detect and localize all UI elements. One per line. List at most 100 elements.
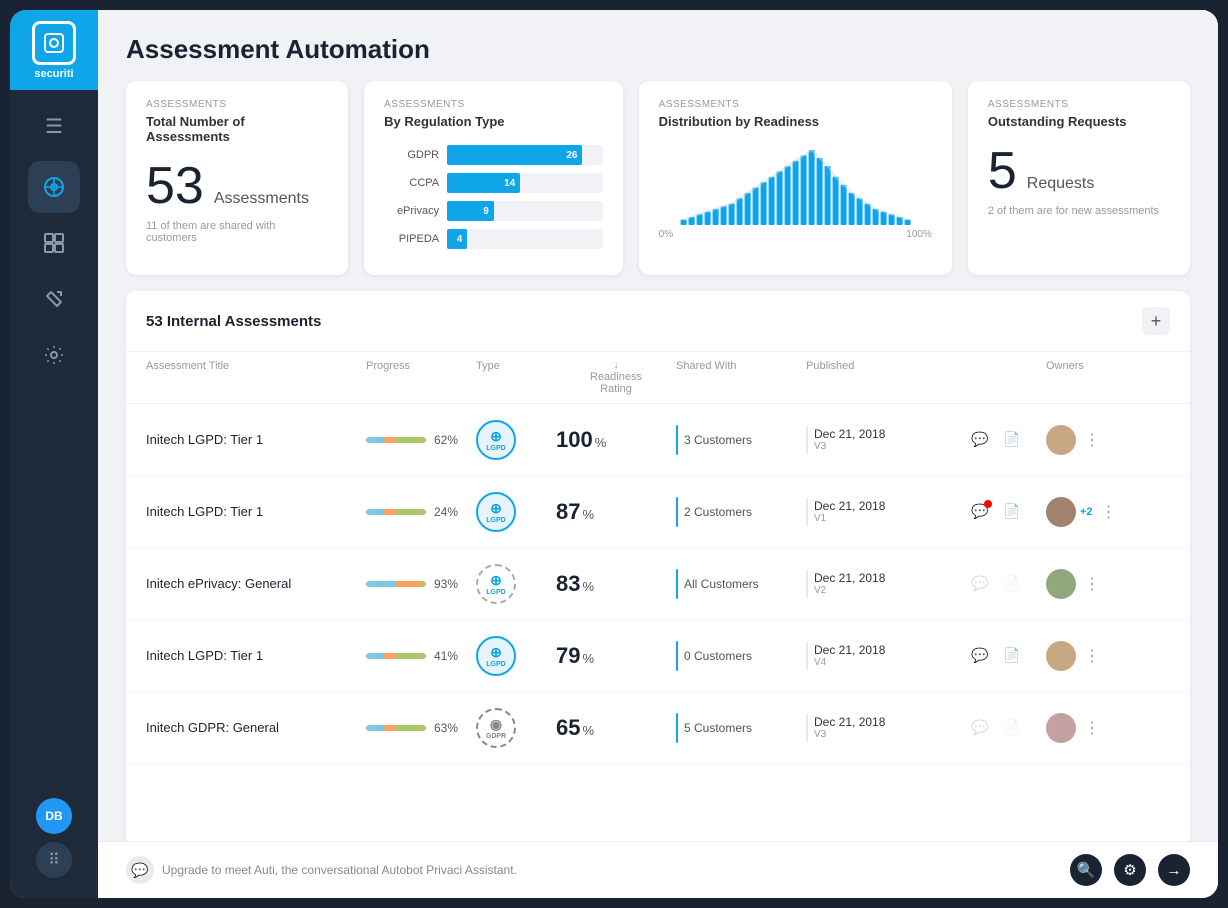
- stat-unit-outstanding: Requests: [1027, 175, 1095, 193]
- bar-track-gdpr: 26: [447, 145, 603, 165]
- progress-cell: 93%: [366, 577, 476, 591]
- readiness-val: 87: [556, 499, 580, 525]
- bar-chart-ccpa: CCPA 14: [384, 173, 603, 193]
- sidebar-bottom: DB ⠿: [36, 798, 72, 878]
- type-badge: ◉ GDPR: [476, 708, 516, 748]
- type-cell: ⊕ LGPD: [476, 564, 556, 604]
- dist-axis-end: 100%: [906, 229, 932, 240]
- owner-avatar: [1046, 425, 1076, 455]
- type-label: LGPD: [486, 589, 505, 596]
- progress-pct: 63%: [434, 721, 458, 735]
- doc-action-icon[interactable]: 📄: [998, 642, 1026, 670]
- row-title: Initech LGPD: Tier 1: [146, 504, 366, 519]
- shared-text: 3 Customers: [684, 433, 752, 447]
- row-more-menu-button[interactable]: ⋮: [1080, 644, 1104, 668]
- col-header-readiness: ↓ Readiness Rating: [556, 360, 676, 395]
- published-cell: Dec 21, 2018 V4: [806, 641, 966, 671]
- col-header-progress: Progress: [366, 360, 476, 395]
- type-badge: ⊕ LGPD: [476, 492, 516, 532]
- readiness-val: 100: [556, 427, 593, 453]
- progress-seg-1: [366, 725, 384, 731]
- table-row: Initech GDPR: General 63% ◉ GDPR 65 %: [126, 692, 1190, 764]
- sidebar-item-dashboard[interactable]: [28, 217, 80, 269]
- pub-date: Dec 21, 2018: [814, 427, 885, 441]
- sidebar-item-globe[interactable]: [28, 161, 80, 213]
- actions-cell: 💬 📄: [966, 642, 1046, 670]
- doc-action-icon[interactable]: 📄: [998, 426, 1026, 454]
- readiness-val: 79: [556, 643, 580, 669]
- navigate-button[interactable]: →: [1158, 854, 1190, 886]
- row-title: Initech ePrivacy: General: [146, 576, 366, 591]
- row-title: Initech LGPD: Tier 1: [146, 648, 366, 663]
- progress-seg-3: [396, 653, 426, 659]
- bar-track-ccpa: 14: [447, 173, 603, 193]
- chat-action-icon[interactable]: 💬: [966, 642, 994, 670]
- table-row: Initech LGPD: Tier 1 41% ⊕ LGPD 79 %: [126, 620, 1190, 692]
- stat-title-dist: Distribution by Readiness: [659, 114, 932, 129]
- col-header-owners: Owners: [1046, 360, 1146, 395]
- progress-pct: 41%: [434, 649, 458, 663]
- type-icon: ◉: [490, 716, 502, 733]
- type-icon: ⊕: [490, 500, 502, 517]
- readiness-pct: %: [582, 579, 594, 594]
- bar-label-gdpr: GDPR: [384, 149, 439, 161]
- pub-info: Dec 21, 2018 V1: [814, 499, 885, 524]
- chat-text: Upgrade to meet Auti, the conversational…: [162, 863, 517, 877]
- dist-axis: 0% 100%: [659, 229, 932, 240]
- stats-row: Assessments Total Number of Assessments …: [98, 81, 1218, 291]
- owners-cell: ⋮: [1046, 425, 1146, 455]
- stat-label-total: Assessments: [146, 99, 328, 110]
- chat-action-icon[interactable]: 💬: [966, 426, 994, 454]
- row-more-menu-button[interactable]: ⋮: [1080, 716, 1104, 740]
- row-more-menu-button[interactable]: ⋮: [1080, 428, 1104, 452]
- search-button[interactable]: 🔍: [1070, 854, 1102, 886]
- actions-cell: 💬 📄: [966, 570, 1046, 598]
- progress-seg-2: [396, 581, 422, 587]
- published-cell: Dec 21, 2018 V1: [806, 497, 966, 527]
- sidebar-logo[interactable]: securiti: [10, 10, 98, 90]
- readiness-cell: 65 %: [556, 715, 676, 741]
- readiness-cell: 79 %: [556, 643, 676, 669]
- progress-seg-3: [396, 509, 426, 515]
- owner-avatar: [1046, 713, 1076, 743]
- sidebar: securiti ☰: [10, 10, 98, 898]
- stat-label-outstanding: Assessments: [988, 99, 1170, 110]
- owner-avatar: [1046, 569, 1076, 599]
- doc-action-icon[interactable]: 📄: [998, 498, 1026, 526]
- progress-seg-3: [396, 725, 426, 731]
- stat-label-dist: Assessments: [659, 99, 932, 110]
- pub-ver: V2: [814, 585, 885, 596]
- actions-cell: 💬 📄: [966, 498, 1046, 526]
- progress-cell: 63%: [366, 721, 476, 735]
- add-assessment-button[interactable]: +: [1142, 307, 1170, 335]
- progress-seg-2: [384, 437, 396, 443]
- bottom-actions: 🔍 ⚙ →: [1070, 854, 1190, 886]
- chat-bubble: 💬 Upgrade to meet Auti, the conversation…: [126, 856, 517, 884]
- doc-action-icon-empty: 📄: [998, 570, 1026, 598]
- owner-extra: +2: [1080, 506, 1093, 518]
- pub-date: Dec 21, 2018: [814, 571, 885, 585]
- bar-fill-pipeda: 4: [447, 229, 467, 249]
- app-name: securiti: [34, 68, 73, 80]
- type-cell: ⊕ LGPD: [476, 420, 556, 460]
- menu-toggle-button[interactable]: ☰: [10, 100, 98, 153]
- distribution-chart: [659, 145, 932, 225]
- row-more-menu-button[interactable]: ⋮: [1080, 572, 1104, 596]
- readiness-cell: 83 %: [556, 571, 676, 597]
- sidebar-item-tools[interactable]: [28, 273, 80, 325]
- progress-track: [366, 653, 426, 659]
- page-header: Assessment Automation: [98, 10, 1218, 81]
- type-cell: ⊕ LGPD: [476, 492, 556, 532]
- stat-unit-total: Assessments: [214, 190, 309, 208]
- apps-icon[interactable]: ⠿: [36, 842, 72, 878]
- filter-button[interactable]: ⚙: [1114, 854, 1146, 886]
- progress-cell: 62%: [366, 433, 476, 447]
- sidebar-item-settings[interactable]: [28, 329, 80, 381]
- pub-divider: [806, 713, 808, 743]
- user-avatar[interactable]: DB: [36, 798, 72, 834]
- row-more-menu-button[interactable]: ⋮: [1097, 500, 1121, 524]
- type-cell: ⊕ LGPD: [476, 636, 556, 676]
- pub-ver: V3: [814, 441, 885, 452]
- chat-action-icon[interactable]: 💬: [966, 498, 994, 526]
- type-label: GDPR: [486, 733, 506, 740]
